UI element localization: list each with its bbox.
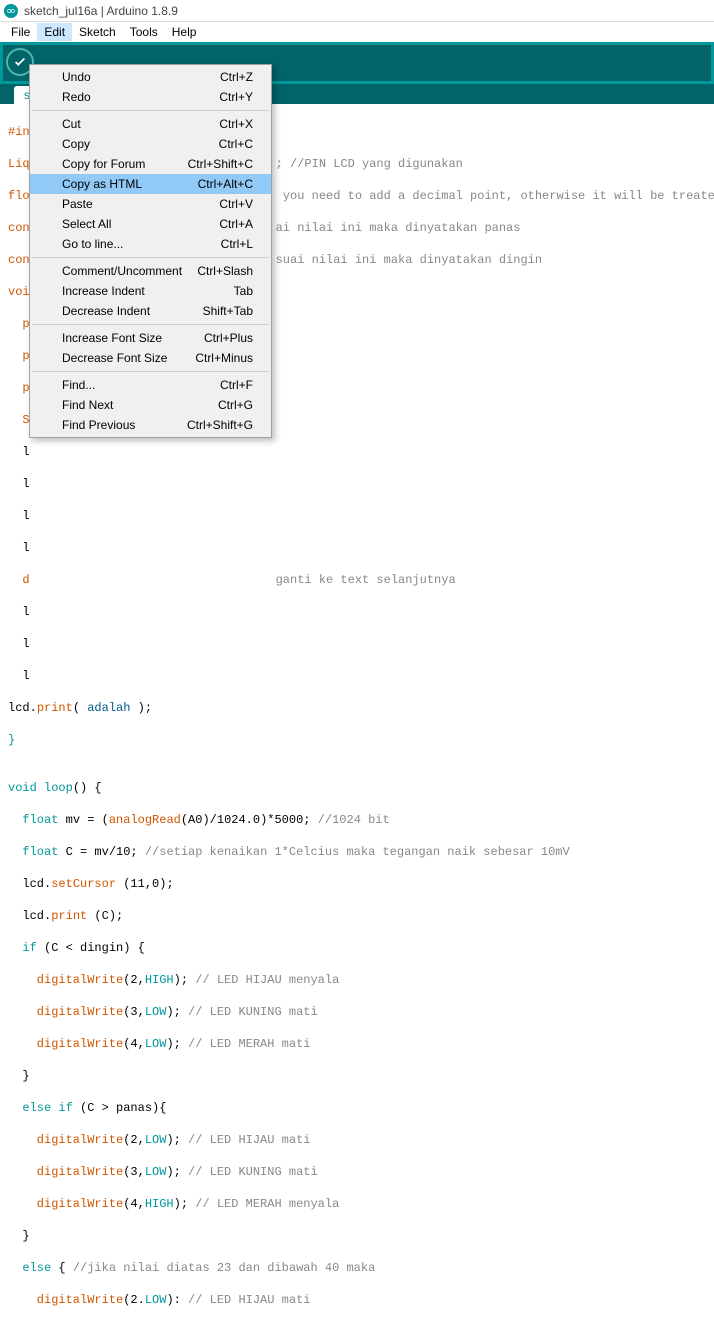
menu-item-find-previous[interactable]: Find Previous Ctrl+Shift+G — [30, 415, 271, 435]
edit-dropdown: UndoCtrl+ZRedoCtrl+YCutCtrl+XCopyCtrl+CC… — [29, 64, 272, 438]
menu-item-increase-indent[interactable]: Increase Indent Tab — [30, 281, 271, 301]
menu-item-label: Increase Font Size — [62, 331, 162, 345]
menu-item-shortcut: Ctrl+F — [220, 378, 253, 392]
menu-item-label: Find... — [62, 378, 95, 392]
menu-separator — [32, 110, 269, 111]
menu-item-label: Copy for Forum — [62, 157, 145, 171]
menu-item-shortcut: Tab — [234, 284, 253, 298]
menu-item-decrease-font-size[interactable]: Decrease Font Size Ctrl+Minus — [30, 348, 271, 368]
menu-item-label: Copy as HTML — [62, 177, 142, 191]
menu-item-label: Cut — [62, 117, 81, 131]
menu-item-shortcut: Ctrl+Y — [219, 90, 253, 104]
menu-item-label: Undo — [62, 70, 91, 84]
menu-item-label: Redo — [62, 90, 91, 104]
menu-item-decrease-indent[interactable]: Decrease Indent Shift+Tab — [30, 301, 271, 321]
menu-item-undo[interactable]: Undo Ctrl+Z — [30, 67, 271, 87]
menu-item-label: Select All — [62, 217, 111, 231]
menu-item-shortcut: Ctrl+A — [219, 217, 253, 231]
menu-item-label: Increase Indent — [62, 284, 145, 298]
menu-item-find-next[interactable]: Find Next Ctrl+G — [30, 395, 271, 415]
menu-item-copy-as-html[interactable]: Copy as HTML Ctrl+Alt+C — [30, 174, 271, 194]
menu-item-comment-uncomment[interactable]: Comment/Uncomment Ctrl+Slash — [30, 261, 271, 281]
menu-item-shortcut: Ctrl+Minus — [195, 351, 253, 365]
menu-item-copy[interactable]: Copy Ctrl+C — [30, 134, 271, 154]
menu-item-increase-font-size[interactable]: Increase Font Size Ctrl+Plus — [30, 328, 271, 348]
menu-item-redo[interactable]: Redo Ctrl+Y — [30, 87, 271, 107]
menu-item-find-[interactable]: Find... Ctrl+F — [30, 375, 271, 395]
menu-item-shortcut: Shift+Tab — [203, 304, 253, 318]
menu-item-go-to-line-[interactable]: Go to line... Ctrl+L — [30, 234, 271, 254]
menu-item-shortcut: Ctrl+X — [219, 117, 253, 131]
menu-item-cut[interactable]: Cut Ctrl+X — [30, 114, 271, 134]
menu-item-label: Decrease Indent — [62, 304, 150, 318]
menu-item-shortcut: Ctrl+C — [219, 137, 253, 151]
menu-item-shortcut: Ctrl+Alt+C — [198, 177, 253, 191]
code-line: #in — [8, 125, 30, 139]
menu-item-shortcut: Ctrl+Slash — [197, 264, 253, 278]
menu-bar: File Edit Sketch Tools Help UndoCtrl+ZRe… — [0, 22, 714, 42]
title-bar: sketch_jul16a | Arduino 1.8.9 — [0, 0, 714, 22]
menu-separator — [32, 324, 269, 325]
menu-item-label: Go to line... — [62, 237, 123, 251]
menu-item-paste[interactable]: Paste Ctrl+V — [30, 194, 271, 214]
menu-edit[interactable]: Edit — [37, 23, 72, 41]
menu-item-label: Find Previous — [62, 418, 135, 432]
menu-item-shortcut: Ctrl+Z — [220, 70, 253, 84]
menu-help[interactable]: Help — [165, 23, 204, 41]
menu-sketch[interactable]: Sketch — [72, 23, 123, 41]
menu-item-select-all[interactable]: Select All Ctrl+A — [30, 214, 271, 234]
window-title: sketch_jul16a | Arduino 1.8.9 — [24, 4, 178, 18]
menu-tools[interactable]: Tools — [123, 23, 165, 41]
menu-separator — [32, 257, 269, 258]
menu-item-label: Find Next — [62, 398, 113, 412]
menu-item-shortcut: Ctrl+Plus — [204, 331, 253, 345]
menu-item-shortcut: Ctrl+L — [221, 237, 253, 251]
menu-file[interactable]: File — [4, 23, 37, 41]
menu-item-label: Decrease Font Size — [62, 351, 167, 365]
menu-item-shortcut: Ctrl+Shift+G — [187, 418, 253, 432]
menu-item-shortcut: Ctrl+G — [218, 398, 253, 412]
menu-item-label: Paste — [62, 197, 93, 211]
menu-separator — [32, 371, 269, 372]
menu-item-label: Comment/Uncomment — [62, 264, 182, 278]
menu-item-label: Copy — [62, 137, 90, 151]
menu-item-copy-for-forum[interactable]: Copy for Forum Ctrl+Shift+C — [30, 154, 271, 174]
menu-item-shortcut: Ctrl+Shift+C — [188, 157, 253, 171]
menu-item-shortcut: Ctrl+V — [219, 197, 253, 211]
arduino-logo-icon — [4, 4, 18, 18]
